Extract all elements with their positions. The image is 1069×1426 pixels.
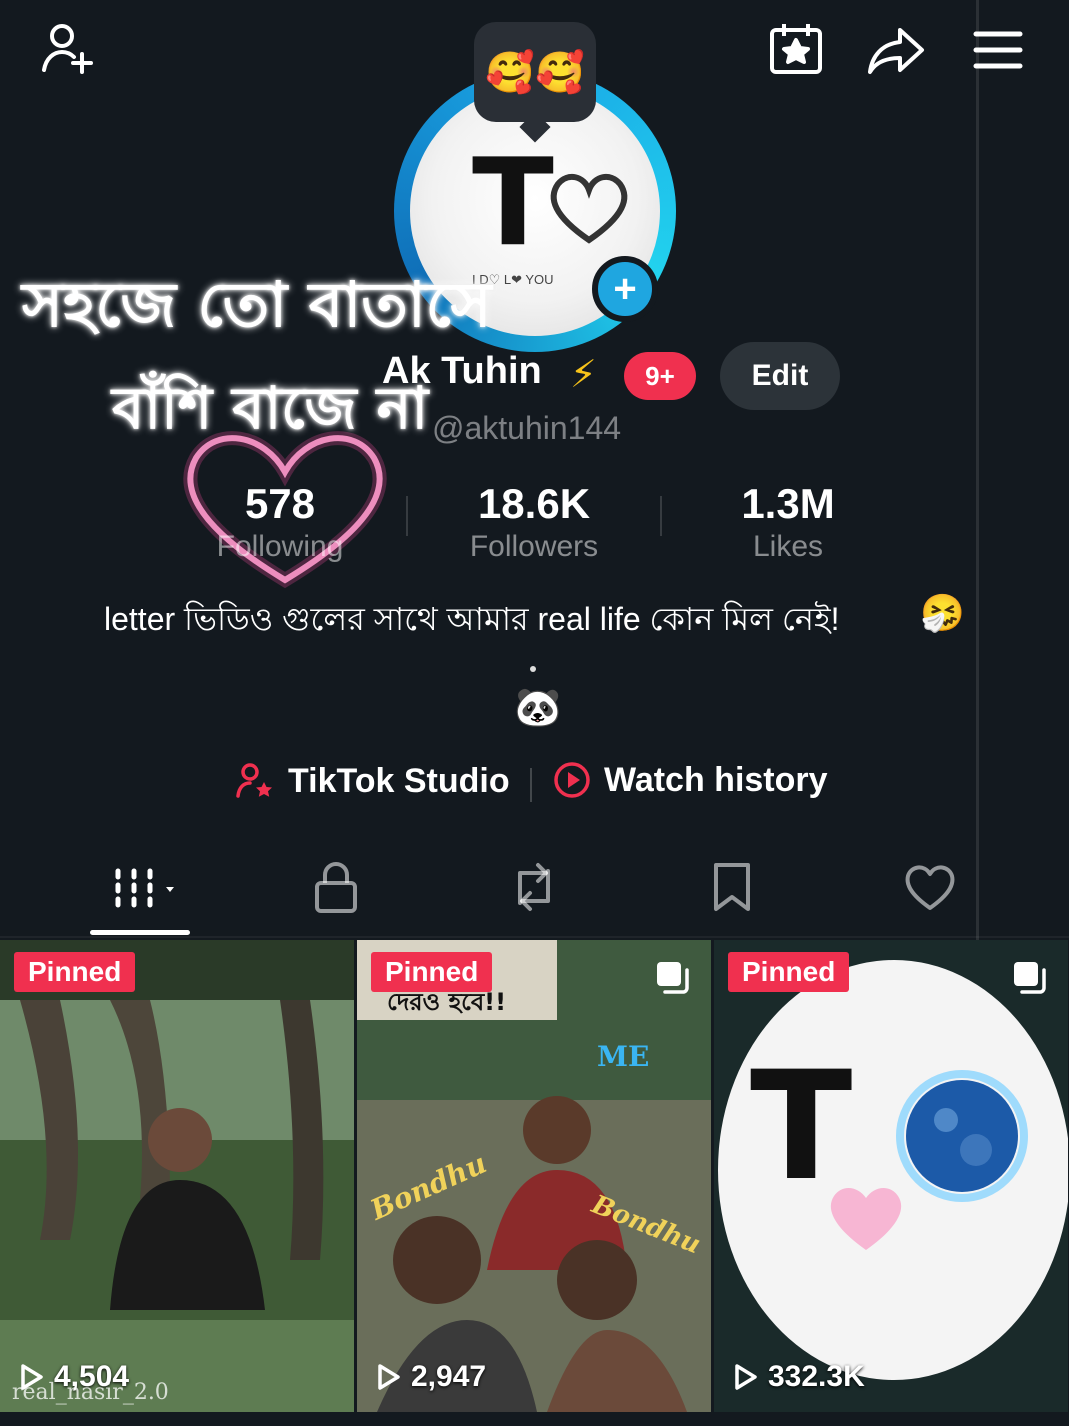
tab-favorites[interactable] [692,852,772,922]
profile-handle: @aktuhin144 [432,410,622,446]
edit-profile-button[interactable]: Edit [720,342,840,410]
heart-icon [905,865,955,910]
repost-icon [518,863,550,911]
bookmark-icon [714,863,750,911]
play-icon [378,1364,400,1390]
video-tile[interactable]: T Pinned 332.3K [714,940,1068,1412]
view-count: 2,947 [411,1360,487,1393]
sneeze-emoji: 🤧 [920,592,965,633]
pinned-badge: Pinned [728,952,850,992]
watermark: real_nasir_2.0 [12,1380,169,1405]
video-caption: ME [597,1040,650,1073]
followers-label: Followers [469,530,599,563]
bio-text: letter ভিডিও গুলের সাথে আমার real life ক… [104,601,840,637]
studio-icon [236,763,272,798]
share-icon[interactable] [864,18,928,82]
add-story-button[interactable]: + [592,256,658,322]
tab-reposts[interactable] [494,852,574,922]
tab-private[interactable] [296,852,376,922]
play-icon [735,1364,757,1390]
tiktok-studio-link[interactable]: TikTok Studio [234,760,510,802]
bio-dot [530,666,536,672]
tab-divider [0,936,1069,938]
video-views: 332.3K [732,1360,865,1394]
likes-count: 1.3M [741,480,835,527]
video-views: 2,947 [375,1360,486,1394]
tab-videos[interactable] [106,852,186,922]
play-circle-icon [554,762,590,798]
overlay-text-line1: সহজে তো বাতাসে [22,268,492,341]
link-divider [530,768,532,802]
likes-stat[interactable]: 1.3M Likes [658,480,918,564]
tab-liked[interactable] [890,852,970,922]
followers-count: 18.6K [477,480,591,527]
video-letter: T [750,1040,853,1214]
tiktok-studio-label: TikTok Studio [288,761,510,800]
calendar-star-icon[interactable] [764,18,828,82]
vertical-divider [976,0,979,940]
pinned-badge: Pinned [14,952,136,992]
following-label: Following [216,530,344,563]
pinned-badge: Pinned [371,952,493,992]
lock-icon [315,862,357,913]
avatar-letter: T [472,134,554,273]
watch-history-link[interactable]: Watch history [552,760,828,800]
watch-history-label: Watch history [604,760,828,799]
videos-grid-icon [115,868,174,908]
following-count: 578 [244,480,316,527]
likes-label: Likes [752,530,824,563]
multi-photo-icon [657,962,689,994]
video-tile[interactable]: দেরও হবে!! ME Bondhu Bondhu Pinned 2,947 [357,940,711,1412]
emoji-bubble[interactable]: 🥰🥰 [474,22,596,122]
following-stat[interactable]: 578 Following [150,480,410,564]
profile-name: Ak Tuhin [382,350,542,392]
multi-photo-icon [1014,962,1046,994]
notification-badge[interactable]: 9+ [624,352,696,400]
panda-emoji: 🐼 [514,687,562,729]
video-tile[interactable]: Pinned 4,504 [0,940,354,1412]
add-friend-icon[interactable] [36,18,100,82]
view-count: 332.3K [768,1360,865,1393]
bolt-icon: ⚡ [570,354,597,396]
heart-icon [550,173,628,244]
video-thumbnail [0,940,354,1412]
followers-stat[interactable]: 18.6K Followers [404,480,664,564]
menu-icon[interactable] [966,18,1030,82]
active-tab-indicator [90,930,190,935]
